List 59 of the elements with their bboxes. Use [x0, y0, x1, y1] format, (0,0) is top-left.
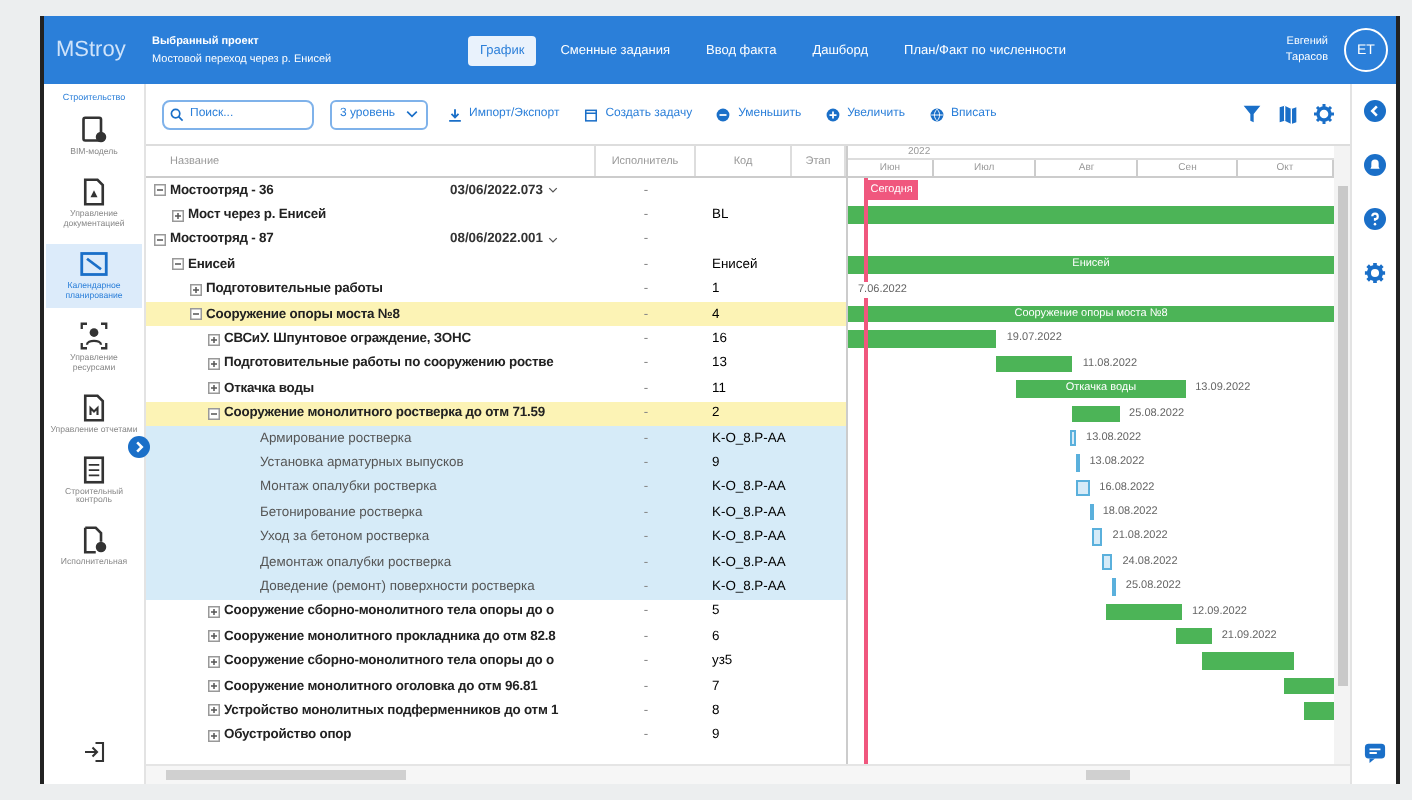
task-bar[interactable]: [1201, 652, 1295, 670]
expand-icon[interactable]: [208, 382, 220, 395]
subtask-bar[interactable]: [1069, 429, 1077, 447]
task-bar[interactable]: [1072, 405, 1120, 422]
collapse-icon[interactable]: [190, 308, 202, 321]
search-icon: [170, 107, 184, 121]
map-icon[interactable]: [1278, 104, 1298, 124]
task-bar[interactable]: [1175, 628, 1212, 645]
document-icon: [80, 177, 108, 206]
task-bar[interactable]: [1284, 677, 1334, 695]
file-icon: [80, 526, 108, 555]
subtask-bar[interactable]: [1092, 528, 1103, 546]
horizontal-scrollbar[interactable]: [146, 766, 846, 784]
expand-icon[interactable]: [208, 655, 220, 668]
vertical-scrollbar[interactable]: [1334, 146, 1350, 764]
chevron-down-icon: [547, 235, 557, 244]
chart-icon: [80, 249, 108, 278]
calendar-icon: [583, 107, 598, 121]
people-icon: [80, 321, 108, 350]
subtask-bar[interactable]: [1102, 553, 1113, 571]
collapse-icon[interactable]: [208, 407, 220, 420]
expand-icon[interactable]: [208, 357, 220, 370]
expand-icon[interactable]: [208, 680, 220, 692]
subtask-bar[interactable]: [1076, 479, 1090, 497]
expand-icon[interactable]: [172, 209, 184, 222]
subtask-bar[interactable]: [1112, 578, 1117, 596]
subtask-bar[interactable]: [1089, 504, 1094, 521]
collapse-icon[interactable]: [172, 258, 184, 271]
expand-icon[interactable]: [208, 605, 220, 618]
app-logo: MStroy: [56, 38, 128, 62]
expand-icon[interactable]: [208, 333, 220, 346]
download-icon: [447, 107, 462, 121]
expand-icon[interactable]: [208, 729, 220, 742]
chevron-left-icon[interactable]: [1363, 100, 1385, 122]
task-bar[interactable]: [1105, 603, 1182, 621]
plus-icon: [825, 107, 840, 121]
globe-icon: [929, 107, 944, 121]
settings-icon[interactable]: [1363, 262, 1385, 284]
task-bar[interactable]: [996, 355, 1073, 373]
chat-icon[interactable]: [1363, 742, 1385, 764]
chevron-down-icon: [547, 186, 557, 195]
minus-icon: [716, 107, 731, 121]
horizontal-scrollbar[interactable]: [846, 766, 1350, 784]
logout-icon[interactable]: [82, 740, 106, 764]
checklist-icon: [80, 455, 108, 483]
report-icon: [80, 393, 108, 422]
expand-sidebar-icon[interactable]: [128, 436, 150, 458]
subtask-bar[interactable]: [1076, 454, 1081, 472]
expand-icon[interactable]: [208, 630, 220, 643]
bell-icon[interactable]: [1363, 154, 1385, 176]
help-icon[interactable]: [1363, 208, 1385, 230]
filter-icon[interactable]: [1242, 104, 1262, 124]
expand-icon[interactable]: [208, 704, 220, 717]
collapse-icon[interactable]: [154, 184, 166, 197]
collapse-icon[interactable]: [154, 233, 166, 246]
chevron-down-icon: [405, 110, 418, 118]
expand-icon[interactable]: [190, 283, 202, 296]
settings-icon[interactable]: [1314, 104, 1334, 124]
model-icon: [80, 116, 108, 144]
